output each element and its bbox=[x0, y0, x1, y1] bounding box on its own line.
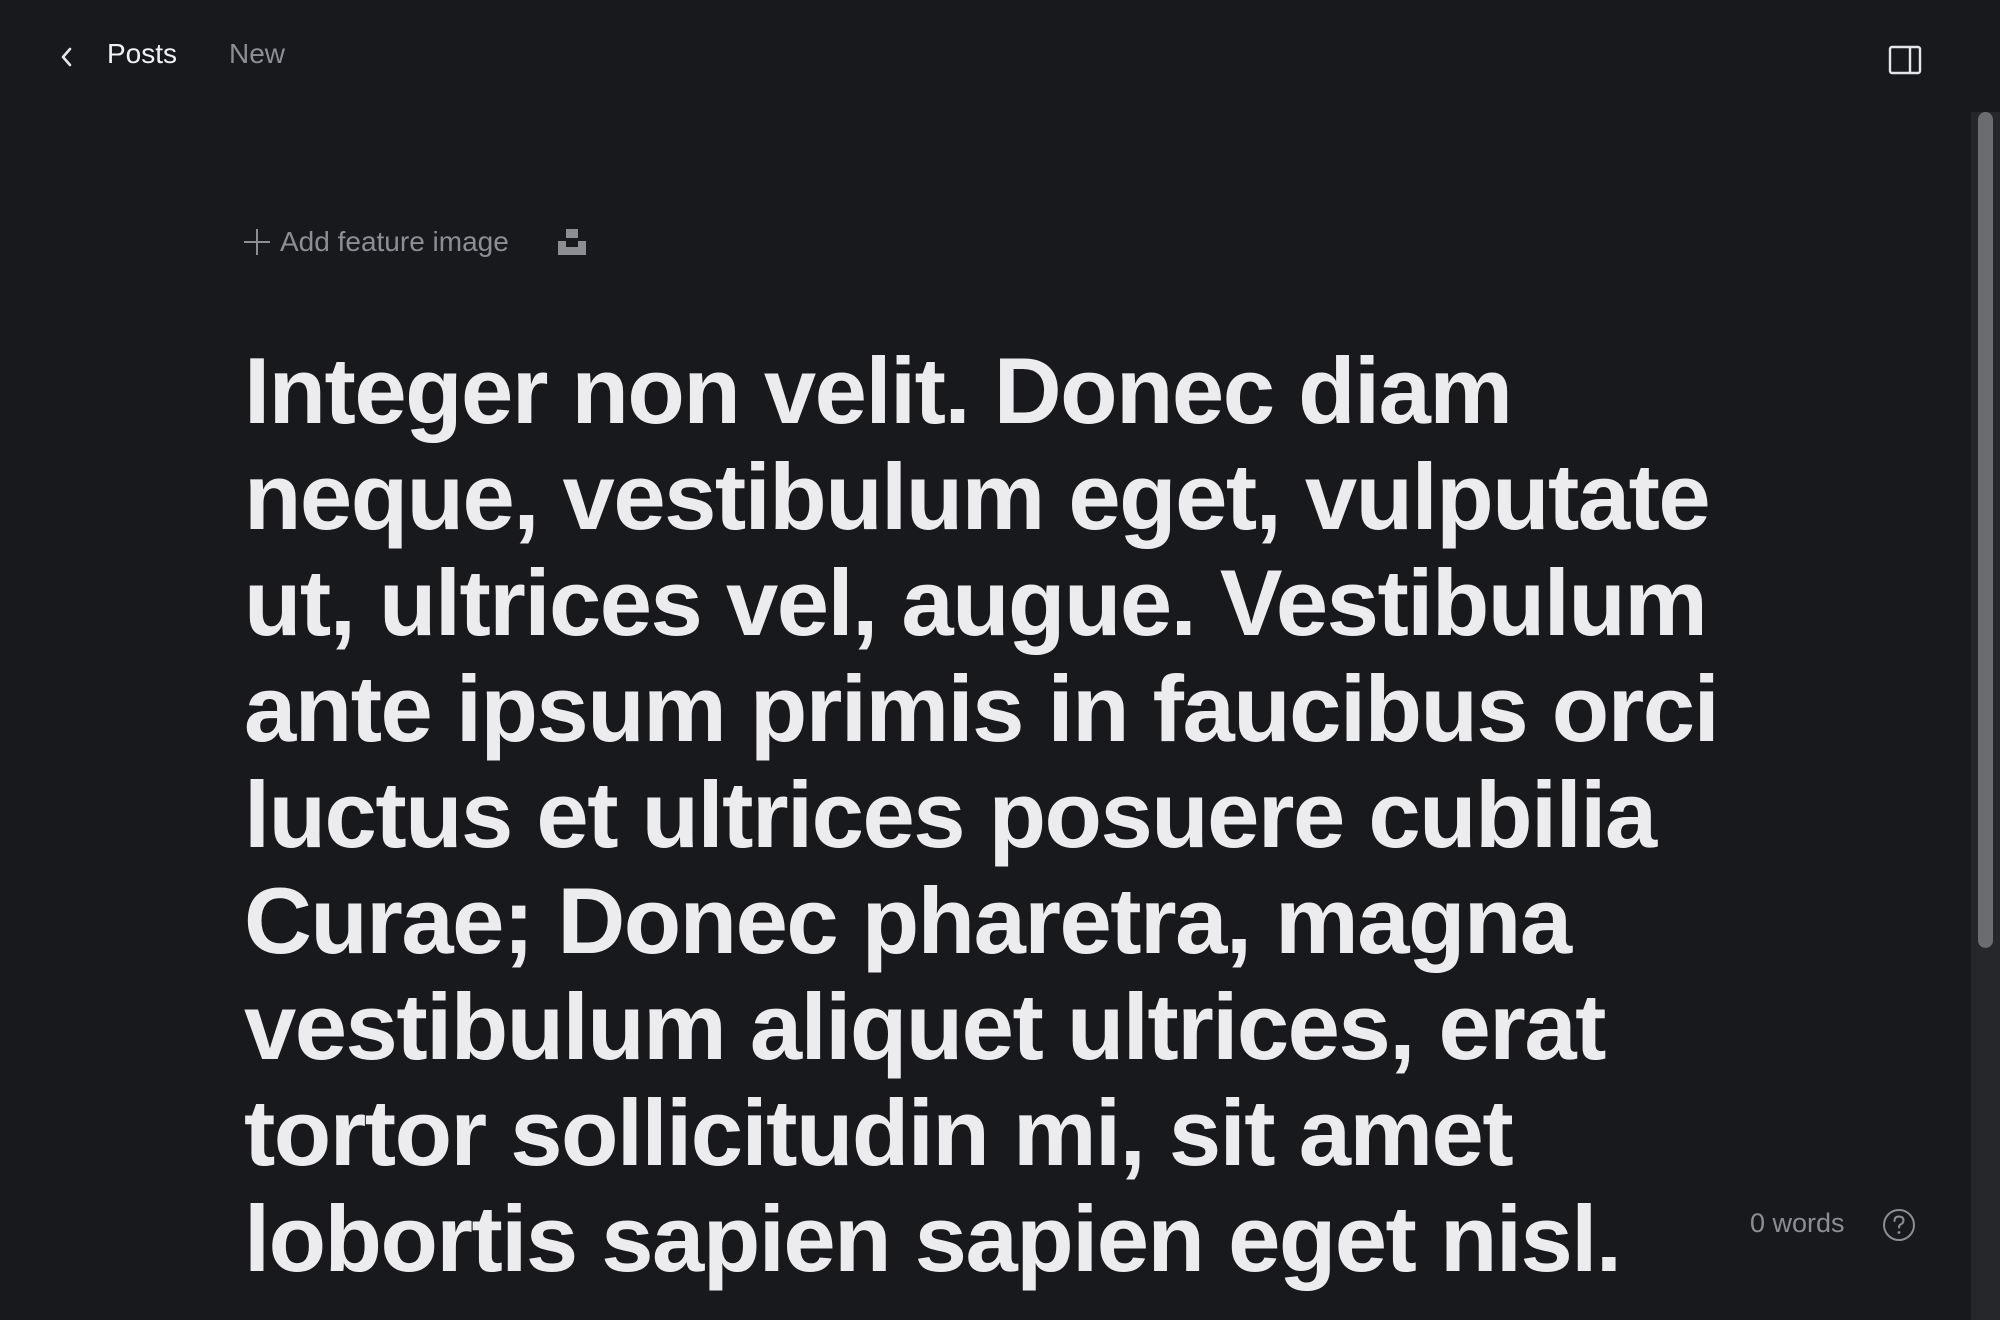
editor-header: Posts New bbox=[0, 0, 2000, 112]
feature-image-row: Add feature image bbox=[244, 222, 587, 262]
back-button[interactable] bbox=[56, 44, 78, 70]
breadcrumb-posts-link[interactable]: Posts bbox=[107, 38, 177, 70]
post-title[interactable]: Integer non velit. Donec diam neque, ves… bbox=[244, 338, 1724, 1292]
add-feature-image-button[interactable]: Add feature image bbox=[244, 226, 509, 258]
help-button[interactable] bbox=[1882, 1208, 1916, 1242]
post-status-label: New bbox=[229, 38, 286, 69]
add-feature-image-label: Add feature image bbox=[280, 226, 509, 257]
plus-icon bbox=[244, 229, 270, 255]
settings-sidebar-toggle-button[interactable] bbox=[1888, 44, 1922, 76]
word-count: 0 words bbox=[1750, 1208, 1845, 1238]
scrollbar-thumb[interactable] bbox=[1978, 112, 1993, 948]
chevron-left-icon bbox=[61, 47, 72, 67]
unsplash-button[interactable] bbox=[557, 227, 587, 257]
sidebar-toggle-icon bbox=[1888, 45, 1922, 75]
help-circle-icon bbox=[1883, 1209, 1915, 1241]
unsplash-icon bbox=[557, 229, 586, 255]
